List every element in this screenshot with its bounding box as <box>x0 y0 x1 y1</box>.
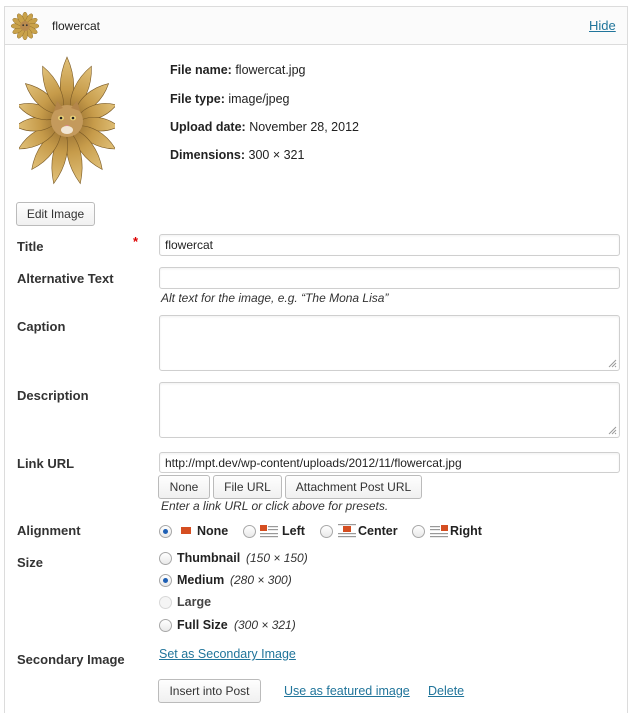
resize-grip-icon[interactable] <box>608 359 617 368</box>
file-type-label: File type: <box>170 92 225 106</box>
align-right-icon <box>430 525 448 538</box>
size-full-label[interactable]: Full Size <box>177 618 228 632</box>
title-label: Title <box>17 239 44 254</box>
dimensions-label: Dimensions: <box>170 148 246 162</box>
alignment-label: Alignment <box>17 523 81 538</box>
upload-date-label: Upload date: <box>170 120 246 134</box>
link-url-input[interactable] <box>159 452 620 473</box>
size-medium-label[interactable]: Medium <box>177 573 224 587</box>
flowercat-thumbnail-icon <box>11 12 39 40</box>
file-name-label: File name: <box>170 63 232 77</box>
align-right-label[interactable]: Right <box>450 524 482 538</box>
dimensions-row: Dimensions: 300 × 321 <box>170 148 304 162</box>
size-label: Size <box>17 555 44 570</box>
align-center-label[interactable]: Center <box>358 524 398 538</box>
alt-text-help: Alt text for the image, e.g. “The Mona L… <box>161 291 389 305</box>
size-medium-radio[interactable] <box>159 574 172 587</box>
link-file-url-button[interactable]: File URL <box>213 475 282 499</box>
alt-text-input[interactable] <box>159 267 620 289</box>
caption-label: Caption <box>17 319 66 334</box>
delete-link[interactable]: Delete <box>428 684 464 698</box>
size-large-radio[interactable] <box>159 596 172 609</box>
description-label: Description <box>17 388 89 403</box>
align-center-icon <box>338 524 356 538</box>
size-thumbnail-dims: (150 × 150) <box>246 551 308 565</box>
upload-date-value: November 28, 2012 <box>249 120 359 134</box>
align-right-radio[interactable] <box>412 525 425 538</box>
file-type-row: File type: image/jpeg <box>170 92 290 106</box>
size-full-dims: (300 × 321) <box>234 618 296 632</box>
link-url-label: Link URL <box>17 456 75 471</box>
link-url-help: Enter a link URL or click above for pres… <box>161 499 389 513</box>
file-type-value: image/jpeg <box>228 92 290 106</box>
attachment-preview-image <box>19 56 115 185</box>
alt-text-label: Alternative Text <box>17 271 114 286</box>
required-marker: * <box>133 234 139 249</box>
align-none-radio[interactable] <box>159 525 172 538</box>
dimensions-value: 300 × 321 <box>248 148 305 162</box>
title-input[interactable] <box>159 234 620 256</box>
attachment-title: flowercat <box>52 19 101 33</box>
media-item-header: flowercat Hide <box>5 7 627 45</box>
size-thumbnail-radio[interactable] <box>159 552 172 565</box>
edit-image-button[interactable]: Edit Image <box>16 202 95 226</box>
size-large-label[interactable]: Large <box>177 595 211 609</box>
insert-into-post-button[interactable]: Insert into Post <box>158 679 261 703</box>
caption-textarea[interactable] <box>159 315 620 371</box>
set-secondary-image-link[interactable]: Set as Secondary Image <box>159 647 296 661</box>
description-textarea[interactable] <box>159 382 620 438</box>
size-full-radio[interactable] <box>159 619 172 632</box>
file-name-row: File name: flowercat.jpg <box>170 63 306 77</box>
link-none-button[interactable]: None <box>158 475 210 499</box>
align-left-icon <box>260 525 278 538</box>
align-left-radio[interactable] <box>243 525 256 538</box>
align-center-radio[interactable] <box>320 525 333 538</box>
align-left-label[interactable]: Left <box>282 524 305 538</box>
link-attachment-post-url-button[interactable]: Attachment Post URL <box>285 475 422 499</box>
upload-date-row: Upload date: November 28, 2012 <box>170 120 359 134</box>
size-medium-dims: (280 × 300) <box>230 573 292 587</box>
file-name-value: flowercat.jpg <box>235 63 306 77</box>
secondary-image-label: Secondary Image <box>17 652 125 667</box>
resize-grip-icon[interactable] <box>608 426 617 435</box>
use-as-featured-image-link[interactable]: Use as featured image <box>284 684 410 698</box>
size-thumbnail-label[interactable]: Thumbnail <box>177 551 240 565</box>
align-none-icon <box>177 524 195 538</box>
align-none-label[interactable]: None <box>197 524 228 538</box>
hide-link[interactable]: Hide <box>589 18 616 33</box>
